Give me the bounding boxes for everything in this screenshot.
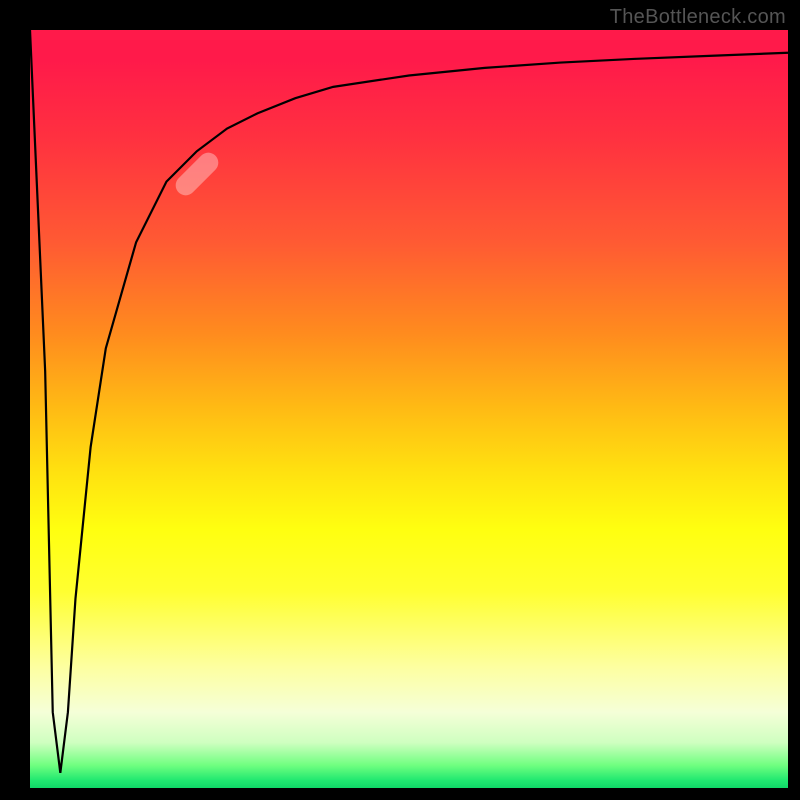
watermark-text: TheBottleneck.com [610, 6, 786, 29]
plot-frame [30, 30, 788, 788]
bottleneck-curve [30, 30, 788, 773]
chart-curve-svg [30, 30, 788, 788]
